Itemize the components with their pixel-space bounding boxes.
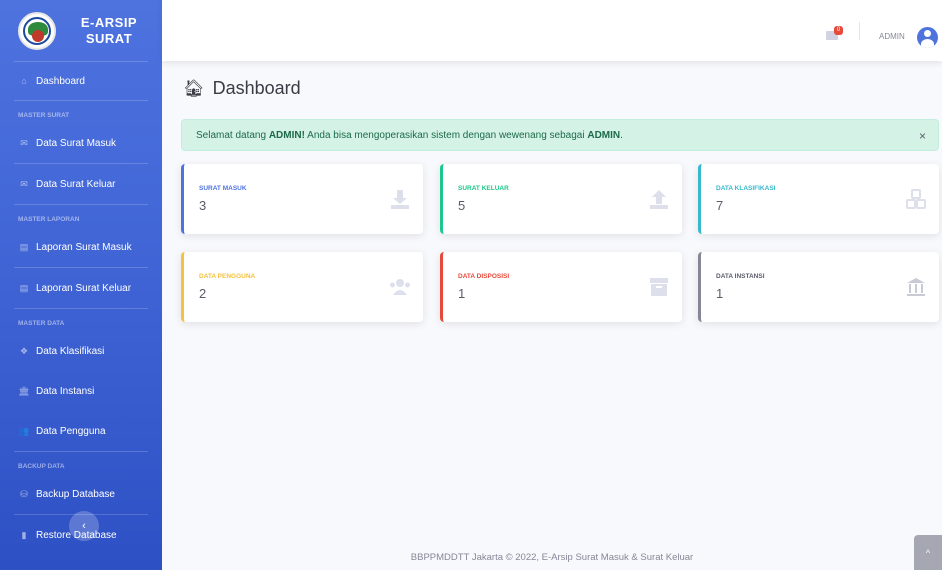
sidebar-heading-master-laporan: MASTER LAPORAN (18, 216, 80, 223)
sidebar-item-data-surat-keluar[interactable]: ✉ Data Surat Keluar (0, 164, 162, 204)
archive-icon (650, 278, 668, 296)
card-label: DATA KLASIFIKASI (716, 185, 776, 192)
card-label: SURAT MASUK (199, 185, 247, 192)
card-data-klasifikasi[interactable]: DATA KLASIFIKASI 7 (698, 164, 939, 234)
card-value: 2 (199, 286, 207, 301)
page-title-text: Dashboard (212, 78, 301, 98)
brand-line2: SURAT (85, 30, 133, 46)
sidebar-item-label: Laporan Surat Masuk (36, 241, 132, 253)
sidebar-item-label: Data Klasifikasi (36, 345, 105, 357)
sidebar-item-dashboard[interactable]: ⌂ Dashboard (0, 62, 162, 100)
home-icon: 🏠︎ (183, 78, 205, 98)
brand-text: E-ARSIP SURAT (56, 15, 162, 47)
sidebar-item-data-instansi[interactable]: 🏛 Data Instansi (0, 371, 162, 411)
card-data-pengguna[interactable]: DATA PENGGUNA 2 (181, 252, 423, 322)
card-surat-keluar[interactable]: SURAT KELUAR 5 (440, 164, 682, 234)
card-value: 1 (458, 286, 466, 301)
card-label: DATA INSTANSI (716, 273, 765, 280)
sidebar-heading-master-data: MASTER DATA (18, 320, 65, 327)
sidebar-item-data-klasifikasi[interactable]: ❖ Data Klasifikasi (0, 331, 162, 371)
card-data-instansi[interactable]: DATA INSTANSI 1 (698, 252, 939, 322)
brand-line1: E-ARSIP (80, 14, 138, 30)
home-icon: ⌂ (21, 76, 27, 86)
cubes-icon: ❖ (19, 345, 29, 356)
sidebar-item-data-surat-masuk[interactable]: ✉ Data Surat Masuk (0, 123, 162, 163)
scroll-to-top-button[interactable]: ^ (914, 535, 942, 570)
print-icon: ▤ (19, 282, 29, 293)
sidebar-item-backup-database[interactable]: ⛁ Backup Database (0, 474, 162, 514)
chevron-up-icon: ^ (925, 547, 931, 558)
users-icon (390, 279, 410, 295)
sidebar-item-label: Data Surat Masuk (36, 137, 117, 149)
page-title: 🏠︎ Dashboard (183, 78, 301, 99)
envelope-icon: ✉ (20, 178, 28, 189)
chevron-left-icon: ‹ (82, 520, 86, 532)
sidebar-item-label: Backup Database (36, 488, 115, 500)
university-icon (907, 278, 925, 296)
card-value: 1 (716, 286, 724, 301)
user-avatar-icon[interactable] (917, 27, 938, 48)
logo (18, 11, 56, 50)
sidebar-item-label: Data Surat Keluar (36, 178, 116, 190)
close-icon[interactable]: × (919, 129, 926, 143)
card-value: 3 (199, 198, 207, 213)
sidebar-toggle-button[interactable]: ‹ (69, 511, 99, 541)
topbar: 0 ADMIN (162, 0, 942, 61)
sidebar: E-ARSIP SURAT ⌂ Dashboard MASTER SURAT ✉… (0, 0, 162, 570)
file-icon: ▮ (21, 529, 27, 540)
card-label: DATA DISPOSISI (458, 273, 510, 280)
users-icon: 👥 (18, 425, 30, 436)
download-icon (391, 190, 409, 209)
footer: BBPPMDDTT Jakarta © 2022, E-Arsip Surat … (410, 552, 694, 563)
message-badge: 0 (834, 26, 843, 35)
card-data-disposisi[interactable]: DATA DISPOSISI 1 (440, 252, 682, 322)
sidebar-heading-master-surat: MASTER SURAT (18, 112, 70, 119)
card-label: DATA PENGGUNA (199, 273, 256, 280)
sidebar-item-laporan-surat-masuk[interactable]: ▤ Laporan Surat Masuk (0, 227, 162, 267)
print-icon: ▤ (19, 241, 29, 252)
sidebar-item-laporan-surat-keluar[interactable]: ▤ Laporan Surat Keluar (0, 268, 162, 308)
brand[interactable]: E-ARSIP SURAT (0, 0, 162, 61)
university-icon: 🏛 (18, 385, 30, 396)
topbar-divider (859, 22, 860, 40)
card-value: 7 (716, 198, 724, 213)
user-name[interactable]: ADMIN (879, 32, 905, 41)
database-icon: ⛁ (20, 488, 28, 499)
upload-icon (650, 190, 668, 209)
sidebar-heading-backup-data: BACKUP DATA (18, 463, 65, 470)
alert-text: Selamat datang ADMIN! Anda bisa mengoper… (196, 129, 623, 141)
card-label: SURAT KELUAR (458, 185, 509, 192)
sidebar-item-label: Dashboard (36, 75, 85, 87)
sidebar-item-label: Data Pengguna (36, 425, 106, 437)
welcome-alert: Selamat datang ADMIN! Anda bisa mengoper… (181, 119, 939, 151)
sidebar-item-label: Data Instansi (36, 385, 95, 397)
cubes-icon (906, 189, 926, 209)
card-surat-masuk[interactable]: SURAT MASUK 3 (181, 164, 423, 234)
card-value: 5 (458, 198, 466, 213)
sidebar-item-label: Laporan Surat Keluar (36, 282, 132, 294)
envelope-icon: ✉ (20, 137, 28, 148)
sidebar-item-data-pengguna[interactable]: 👥 Data Pengguna (0, 411, 162, 451)
